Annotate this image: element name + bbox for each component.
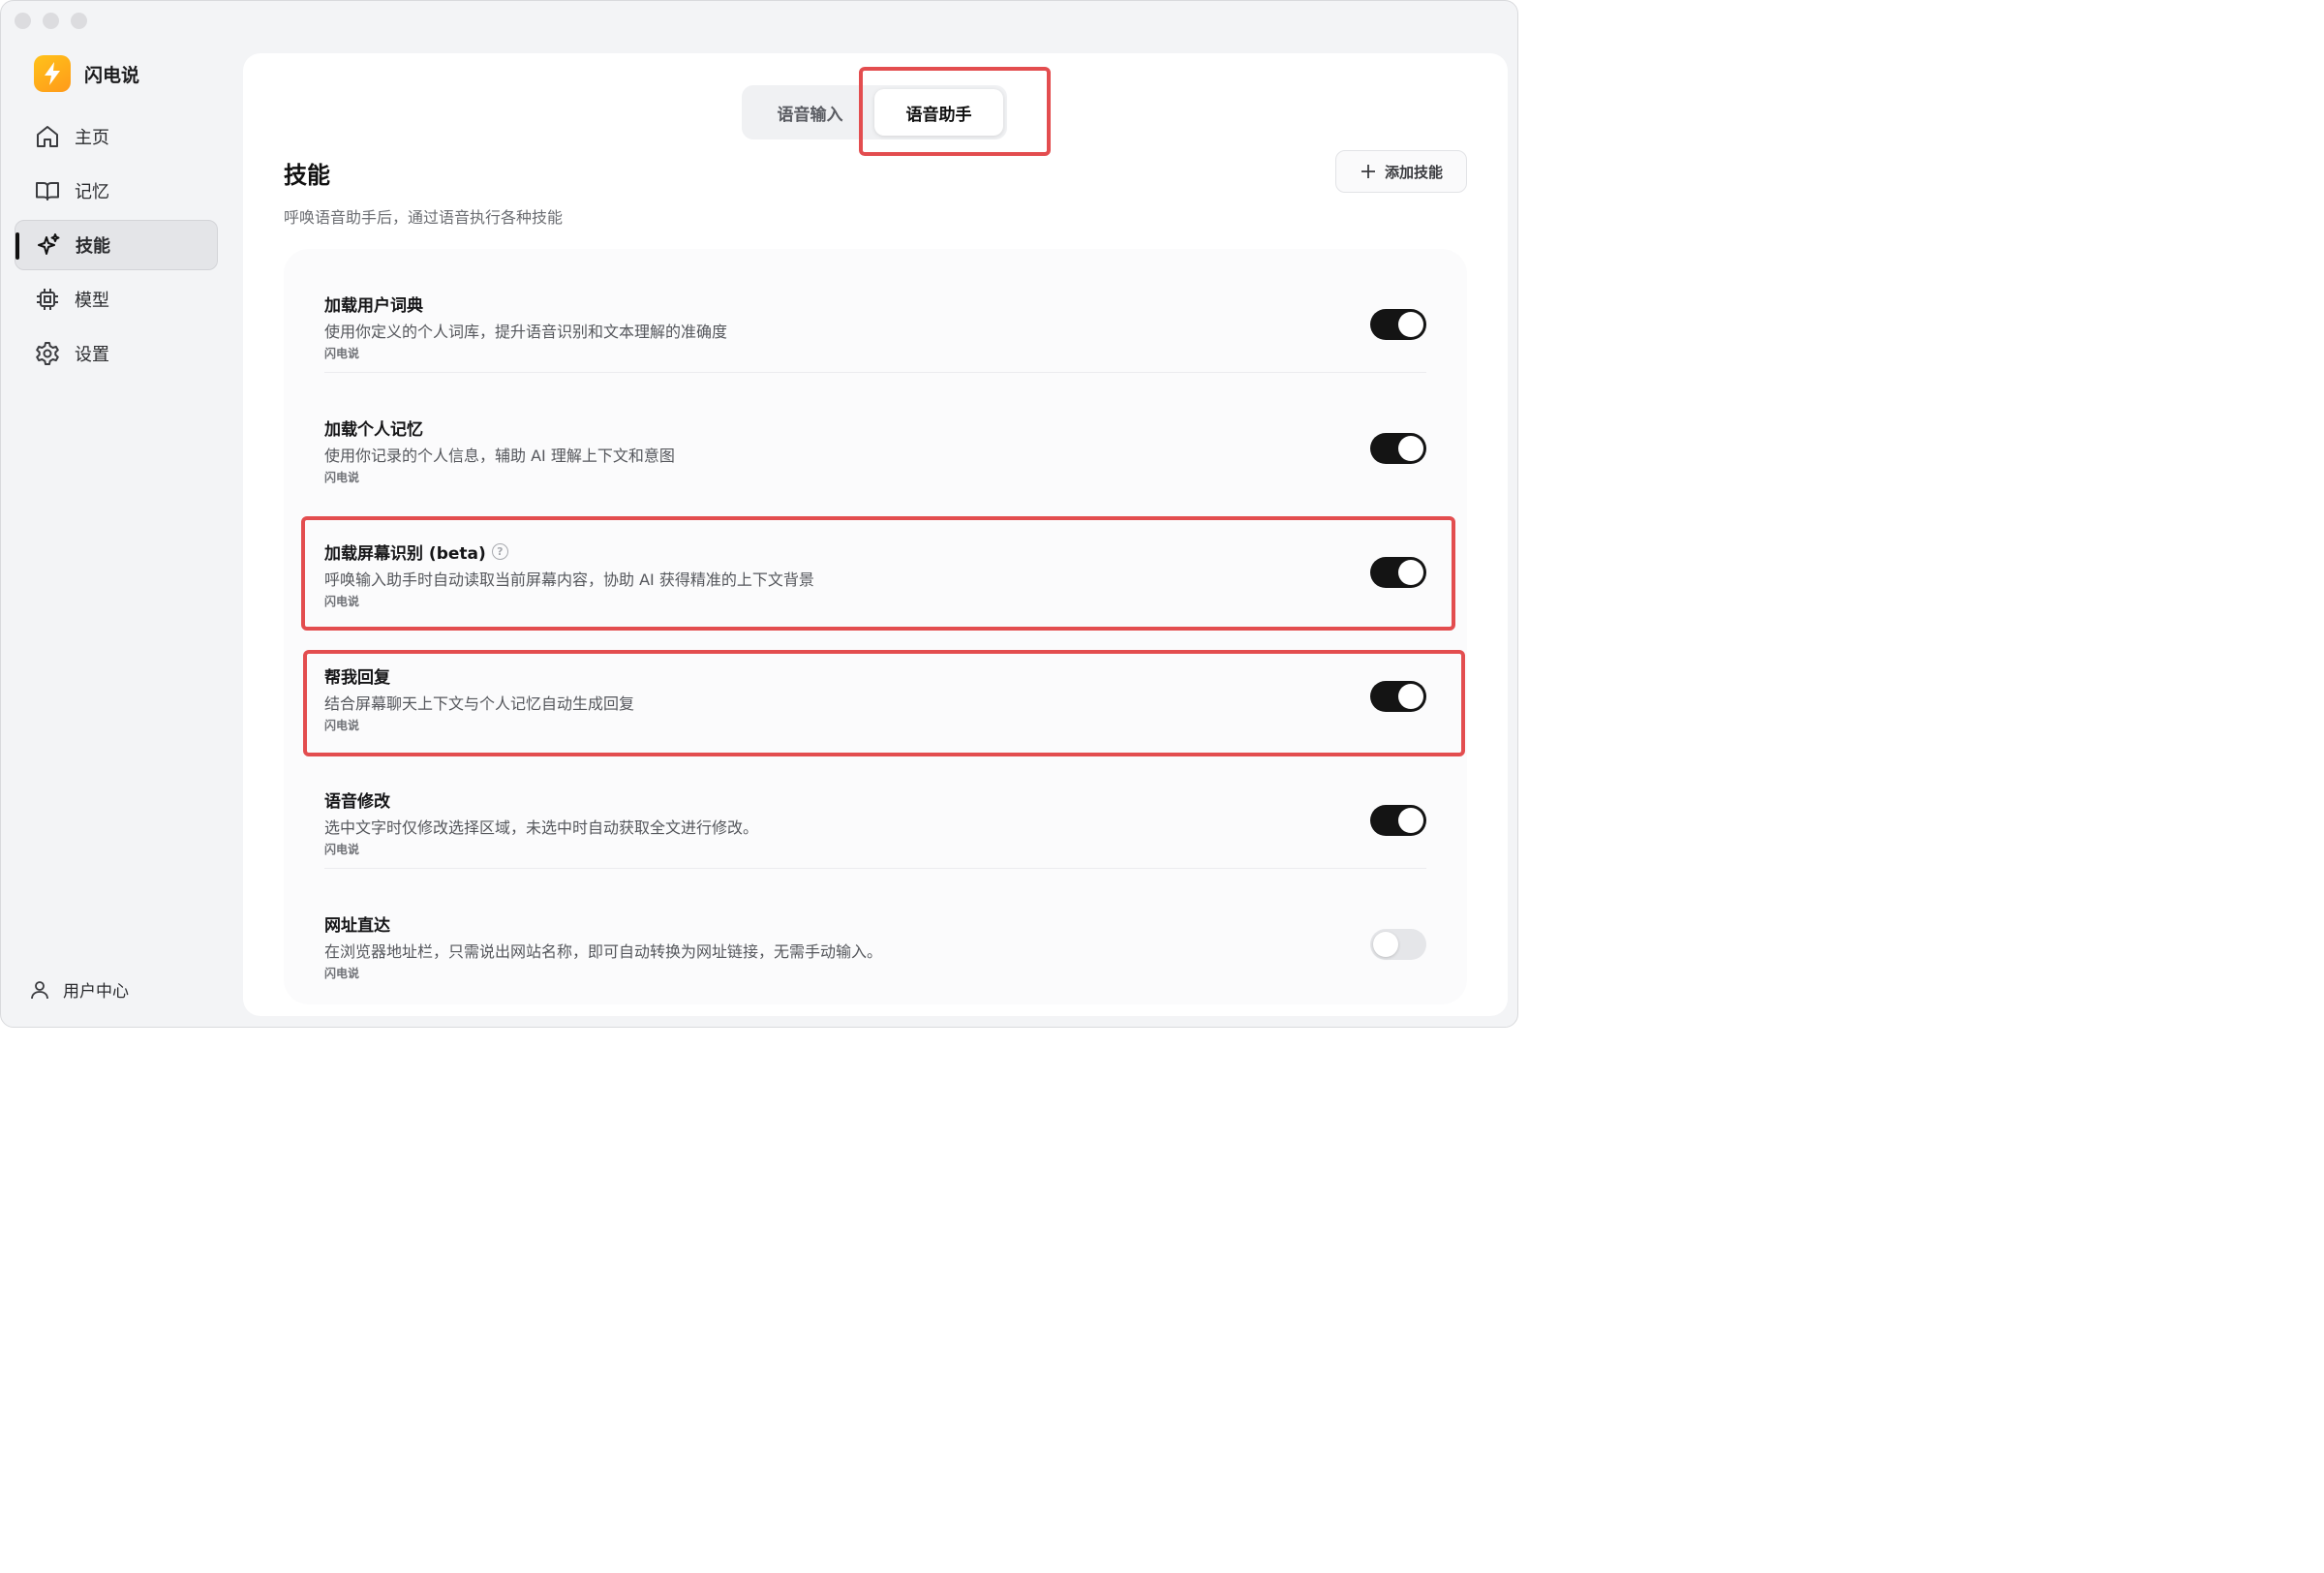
list-item: 加载个人记忆 使用你记录的个人信息，辅助 AI 理解上下文和意图 闪电说 (324, 373, 1426, 497)
zoom-window-button[interactable] (71, 13, 87, 29)
sidebar-item-model[interactable]: 模型 (15, 274, 218, 324)
add-skill-button[interactable]: 添加技能 (1335, 150, 1467, 193)
skill-title: 加载屏幕识别 (beta) ? (324, 540, 508, 564)
list-item: 加载用户词典 使用你定义的个人词库，提升语音识别和文本理解的准确度 闪电说 (324, 249, 1426, 373)
skill-source: 闪电说 (324, 967, 360, 980)
skill-source: 闪电说 (324, 719, 360, 732)
sidebar-item-skills[interactable]: 技能 (15, 220, 218, 270)
sidebar-item-label: 记忆 (75, 182, 109, 202)
sparkle-icon (38, 233, 60, 255)
sidebar-item-label: 主页 (75, 128, 109, 148)
list-item: 网址直达 在浏览器地址栏，只需说出网站名称，即可自动转换为网址链接，无需手动输入… (324, 869, 1426, 993)
skill-title: 加载用户词典 (324, 296, 423, 316)
tab-voice-assistant[interactable]: 语音助手 (874, 89, 1003, 136)
page-title: 技能 (284, 162, 330, 189)
skill-toggle[interactable] (1370, 557, 1426, 588)
app-name: 闪电说 (84, 64, 140, 86)
mode-tabs: 语音输入 语音助手 (742, 85, 1007, 139)
skill-toggle[interactable] (1370, 681, 1426, 712)
skill-source: 闪电说 (324, 843, 360, 856)
sidebar-item-settings[interactable]: 设置 (15, 328, 218, 379)
skill-title: 语音修改 (324, 792, 390, 812)
lightning-logo-icon (34, 55, 71, 92)
minimize-window-button[interactable] (43, 13, 59, 29)
sidebar-item-label: 模型 (75, 291, 109, 311)
skill-source: 闪电说 (324, 595, 360, 608)
sidebar-item-label: 设置 (75, 345, 109, 365)
user-icon (31, 980, 48, 999)
sidebar-item-label: 技能 (76, 236, 110, 257)
skill-toggle[interactable] (1370, 433, 1426, 464)
skill-toggle[interactable] (1370, 309, 1426, 340)
skill-source: 闪电说 (324, 471, 360, 484)
plus-icon (1361, 165, 1375, 178)
skills-list: 加载用户词典 使用你定义的个人词库，提升语音识别和文本理解的准确度 闪电说 加载… (284, 249, 1467, 1004)
home-icon (37, 126, 58, 147)
skill-description: 选中文字时仅修改选择区域，未选中时自动获取全文进行修改。 (324, 818, 759, 837)
chip-icon (37, 289, 58, 310)
close-window-button[interactable] (15, 13, 31, 29)
page-subtitle: 呼唤语音助手后，通过语音执行各种技能 (284, 208, 564, 227)
skill-description: 结合屏幕聊天上下文与个人记忆自动生成回复 (324, 694, 635, 713)
sidebar-item-memory[interactable]: 记忆 (15, 166, 218, 216)
gear-icon (36, 342, 59, 365)
skill-toggle[interactable] (1370, 805, 1426, 836)
main-panel: 语音输入 语音助手 技能 呼唤语音助手后，通过语音执行各种技能 添加技能 加载用… (243, 53, 1508, 1016)
user-center-label: 用户中心 (63, 982, 129, 1002)
app-window: 闪电说 主页 记忆 技能 模型 设置 用户中心 语音输入 语音助手 技能 呼唤语… (0, 0, 1518, 1028)
skill-toggle[interactable] (1370, 929, 1426, 960)
skill-title: 帮我回复 (324, 668, 390, 688)
skill-title: 加载个人记忆 (324, 420, 423, 440)
tab-voice-input[interactable]: 语音输入 (746, 89, 874, 136)
sidebar-item-home[interactable]: 主页 (15, 111, 218, 162)
list-item: 加载屏幕识别 (beta) ? 呼唤输入助手时自动读取当前屏幕内容，协助 AI … (324, 497, 1426, 621)
window-controls (15, 13, 87, 29)
skill-title: 网址直达 (324, 916, 390, 936)
book-icon (36, 182, 59, 200)
skill-description: 呼唤输入助手时自动读取当前屏幕内容，协助 AI 获得精准的上下文背景 (324, 571, 814, 589)
skill-description: 使用你记录的个人信息，辅助 AI 理解上下文和意图 (324, 447, 675, 465)
add-skill-label: 添加技能 (1384, 163, 1443, 181)
skill-description: 使用你定义的个人词库，提升语音识别和文本理解的准确度 (324, 323, 728, 341)
skill-description: 在浏览器地址栏，只需说出网站名称，即可自动转换为网址链接，无需手动输入。 (324, 942, 883, 961)
sidebar-nav: 主页 记忆 技能 模型 设置 (15, 111, 218, 383)
help-icon[interactable]: ? (491, 543, 508, 560)
skill-source: 闪电说 (324, 347, 360, 360)
list-item: 帮我回复 结合屏幕聊天上下文与个人记忆自动生成回复 闪电说 (324, 621, 1426, 745)
brand: 闪电说 (34, 55, 139, 92)
list-item: 语音修改 选中文字时仅修改选择区域，未选中时自动获取全文进行修改。 闪电说 (324, 745, 1426, 869)
user-center-link[interactable]: 用户中心 (28, 977, 129, 1002)
